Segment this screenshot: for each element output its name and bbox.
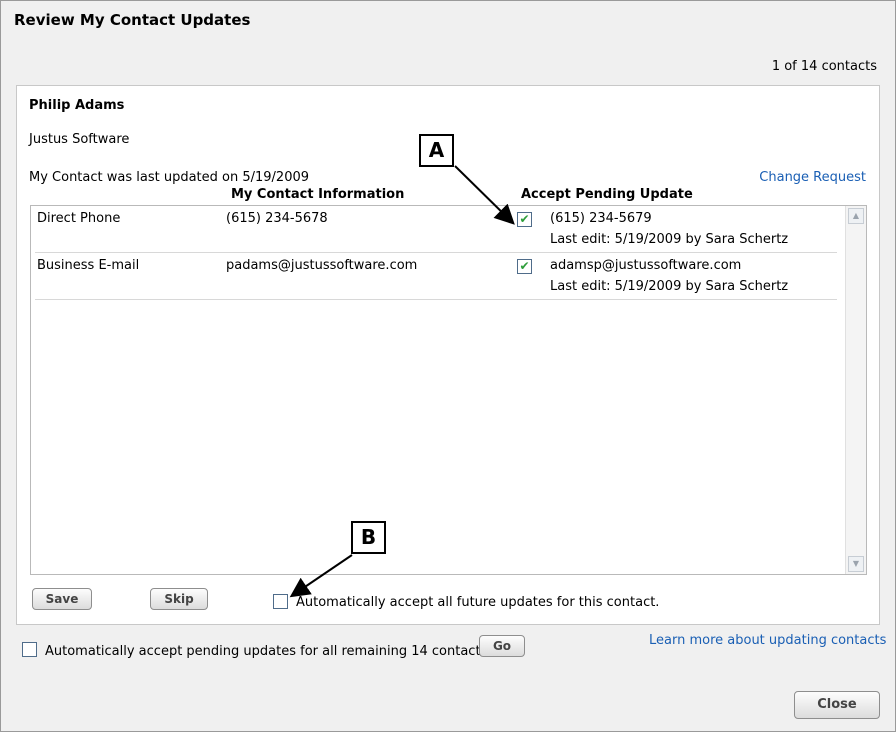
- pending-value: (615) 234-5679: [550, 211, 652, 226]
- save-button[interactable]: Save: [32, 588, 92, 610]
- accept-update-checkbox[interactable]: ✔: [517, 259, 532, 274]
- contact-counter: 1 of 14 contacts: [771, 59, 877, 74]
- scroll-up-icon[interactable]: ▲: [848, 208, 864, 224]
- updates-grid: Direct Phone (615) 234-5678 ✔ (615) 234-…: [30, 205, 867, 575]
- auto-accept-contact-checkbox[interactable]: [273, 594, 288, 609]
- scroll-down-icon[interactable]: ▼: [848, 556, 864, 572]
- current-value: padams@justussoftware.com: [226, 258, 418, 273]
- accept-update-checkbox[interactable]: ✔: [517, 212, 532, 227]
- updates-rows: Direct Phone (615) 234-5678 ✔ (615) 234-…: [31, 206, 837, 300]
- current-value: (615) 234-5678: [226, 211, 328, 226]
- callout-b: B: [351, 521, 386, 554]
- field-name: Direct Phone: [37, 211, 121, 226]
- change-request-link[interactable]: Change Request: [759, 170, 866, 185]
- column-header-accept: Accept Pending Update: [521, 187, 693, 202]
- pending-value: adamsp@justussoftware.com: [550, 258, 742, 273]
- last-updated-text: My Contact was last updated on 5/19/2009: [29, 170, 310, 185]
- auto-accept-all-label: Automatically accept pending updates for…: [45, 644, 492, 659]
- skip-button[interactable]: Skip: [150, 588, 208, 610]
- dialog-title: Review My Contact Updates: [14, 11, 251, 29]
- last-edit-text: Last edit: 5/19/2009 by Sara Schertz: [550, 279, 789, 294]
- table-row: Business E-mail padams@justussoftware.co…: [35, 253, 837, 300]
- check-icon: ✔: [519, 259, 530, 273]
- contact-company: Justus Software: [29, 132, 130, 147]
- review-contact-updates-dialog: Review My Contact Updates 1 of 14 contac…: [0, 0, 896, 732]
- grid-scrollbar[interactable]: ▲ ▼: [845, 206, 866, 574]
- auto-accept-all-checkbox[interactable]: [22, 642, 37, 657]
- contact-name: Philip Adams: [29, 98, 125, 113]
- column-header-my-info: My Contact Information: [231, 187, 405, 202]
- table-row: Direct Phone (615) 234-5678 ✔ (615) 234-…: [35, 206, 837, 253]
- last-edit-text: Last edit: 5/19/2009 by Sara Schertz: [550, 232, 789, 247]
- go-button[interactable]: Go: [479, 635, 525, 657]
- close-button[interactable]: Close: [794, 691, 880, 719]
- callout-a: A: [419, 134, 454, 167]
- field-name: Business E-mail: [37, 258, 140, 273]
- learn-more-link[interactable]: Learn more about updating contacts: [649, 633, 886, 648]
- auto-accept-contact-label: Automatically accept all future updates …: [296, 595, 660, 610]
- check-icon: ✔: [519, 212, 530, 226]
